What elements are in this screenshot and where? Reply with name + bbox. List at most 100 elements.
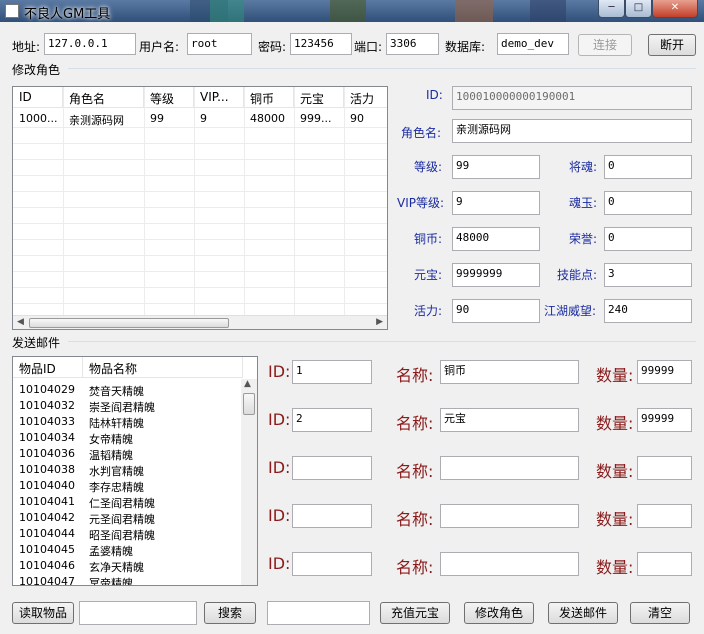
skill-points-input[interactable]: 3 <box>604 263 692 287</box>
mail-name-input[interactable] <box>440 504 579 528</box>
modify-role-button[interactable]: 修改角色 <box>464 602 534 624</box>
role-cell: 48000 <box>250 112 285 125</box>
jianghun-input[interactable]: 0 <box>604 155 692 179</box>
level-input[interactable]: 99 <box>452 155 540 179</box>
grid-line <box>13 271 387 272</box>
mail-name-label: 名称: <box>396 558 434 577</box>
item-id-cell: 10104044 <box>19 527 75 540</box>
scroll-right-icon[interactable]: ▶ <box>376 317 383 327</box>
item-id-cell: 10104034 <box>19 431 75 444</box>
vip-level-input[interactable]: 9 <box>452 191 540 215</box>
role-name-input[interactable]: 亲测源码网 <box>452 119 692 143</box>
role-col-header[interactable]: 角色名 <box>63 87 144 108</box>
role-cell: 999... <box>300 112 332 125</box>
mail-id-label: ID: <box>268 554 291 573</box>
minimize-button[interactable]: ─ <box>598 0 625 18</box>
mail-id-label: ID: <box>268 458 291 477</box>
scroll-up-icon[interactable]: ▲ <box>244 379 251 389</box>
mail-quantity-input[interactable] <box>637 504 692 528</box>
mail-id-input[interactable]: 1 <box>292 360 372 384</box>
mail-id-input[interactable] <box>292 504 372 528</box>
mail-name-input[interactable]: 元宝 <box>440 408 579 432</box>
item-id-cell: 10104042 <box>19 511 75 524</box>
recharge-yuanbao-button[interactable]: 充值元宝 <box>380 602 450 624</box>
item-col-header[interactable]: 物品名称 <box>83 357 243 378</box>
database-label: 数据库: <box>445 40 486 54</box>
mail-name-input[interactable] <box>440 552 579 576</box>
role-grid[interactable]: ID 角色名 等级 VIP... 铜币 元宝 活力 1000... 亲测源码网 … <box>12 86 388 330</box>
item-name-cell: 玄净天精魄 <box>89 561 144 574</box>
jianghun-label: 将魂: <box>569 160 598 174</box>
item-col-header[interactable]: 物品ID <box>13 357 83 378</box>
connect-button[interactable]: 连接 <box>578 34 632 56</box>
role-cell: 90 <box>350 112 364 125</box>
item-id-cell: 10104038 <box>19 463 75 476</box>
mail-name-input[interactable] <box>440 456 579 480</box>
mail-id-input[interactable] <box>292 456 372 480</box>
vertical-scrollbar[interactable]: ▲ <box>241 379 257 585</box>
yuanbao-input[interactable]: 9999999 <box>452 263 540 287</box>
grid-line <box>13 303 387 304</box>
hunyu-label: 魂玉: <box>569 196 598 210</box>
grid-line <box>13 255 387 256</box>
taskbar-thumbnail <box>330 0 366 22</box>
host-input[interactable]: 127.0.0.1 <box>44 33 136 55</box>
read-items-button[interactable]: 读取物品 <box>12 602 74 624</box>
horizontal-scrollbar[interactable]: ◀ ▶ <box>13 315 387 329</box>
role-id-input[interactable]: 100010000000190001 <box>452 86 692 110</box>
mail-name-label: 名称: <box>396 366 434 385</box>
prestige-input[interactable]: 240 <box>604 299 692 323</box>
hunyu-input[interactable]: 0 <box>604 191 692 215</box>
item-id-cell: 10104033 <box>19 415 75 428</box>
mail-quantity-label: 数量: <box>596 366 634 385</box>
role-col-header[interactable]: 元宝 <box>294 87 344 108</box>
item-name-cell: 元圣阎君精魄 <box>89 513 155 526</box>
mail-quantity-input[interactable]: 99999 <box>637 408 692 432</box>
item-name-cell: 崇圣阎君精魄 <box>89 401 155 414</box>
role-col-header[interactable]: 铜币 <box>244 87 294 108</box>
mail-name-label: 名称: <box>396 510 434 529</box>
role-col-header[interactable]: VIP... <box>194 87 244 108</box>
port-input[interactable]: 3306 <box>386 33 439 55</box>
energy-input[interactable]: 90 <box>452 299 540 323</box>
send-mail-button[interactable]: 发送邮件 <box>548 602 618 624</box>
clear-button[interactable]: 清空 <box>630 602 690 624</box>
mail-quantity-input[interactable] <box>637 552 692 576</box>
maximize-button[interactable]: □ <box>625 0 652 18</box>
mail-id-input[interactable]: 2 <box>292 408 372 432</box>
mail-quantity-label: 数量: <box>596 558 634 577</box>
grid-line <box>13 239 387 240</box>
scroll-left-icon[interactable]: ◀ <box>17 317 24 327</box>
role-col-header[interactable]: ID <box>13 87 63 108</box>
copper-input[interactable]: 48000 <box>452 227 540 251</box>
app-window: 不良人GM工具 ─ □ ✕ 地址: 127.0.0.1 用户名: root 密码… <box>0 0 704 634</box>
search-button[interactable]: 搜索 <box>204 602 256 624</box>
title-bar[interactable]: 不良人GM工具 ─ □ ✕ <box>0 0 704 22</box>
mail-quantity-input[interactable] <box>637 456 692 480</box>
mail-id-input[interactable] <box>292 552 372 576</box>
mail-quantity-input[interactable]: 99999 <box>637 360 692 384</box>
grid-line <box>13 159 387 160</box>
disconnect-button[interactable]: 断开 <box>648 34 696 56</box>
database-input[interactable]: demo_dev <box>497 33 569 55</box>
mail-quantity-label: 数量: <box>596 510 634 529</box>
item-name-cell: 仁圣阎君精魄 <box>89 497 155 510</box>
role-col-header[interactable]: 等级 <box>144 87 194 108</box>
scrollbar-thumb[interactable] <box>243 393 255 415</box>
password-input[interactable]: 123456 <box>290 33 352 55</box>
scrollbar-thumb[interactable] <box>29 318 229 328</box>
user-input[interactable]: root <box>187 33 252 55</box>
honor-input[interactable]: 0 <box>604 227 692 251</box>
extra-input[interactable] <box>267 601 370 625</box>
item-search-input[interactable] <box>79 601 197 625</box>
mail-name-input[interactable]: 铜币 <box>440 360 579 384</box>
role-col-header[interactable]: 活力 <box>344 87 387 108</box>
taskbar-thumbnail <box>530 0 566 22</box>
grid-line <box>13 207 387 208</box>
host-label: 地址: <box>12 40 41 54</box>
item-list[interactable]: 物品ID 物品名称 10104029 焚音天精魄 10104032 崇圣阎君精魄 101… <box>12 356 258 586</box>
energy-label: 活力: <box>414 304 443 318</box>
role-cell: 亲测源码网 <box>69 114 124 127</box>
close-button[interactable]: ✕ <box>652 0 698 18</box>
role-cell: 1000... <box>19 112 58 125</box>
